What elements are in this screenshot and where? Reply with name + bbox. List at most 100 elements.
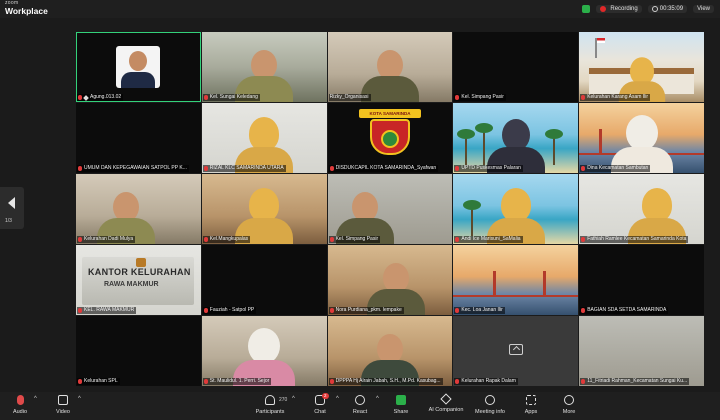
participant-tile[interactable]: Fathiah Ramlee Kecamatan Samarinda Kota bbox=[579, 174, 704, 244]
mic-muted-icon bbox=[581, 95, 586, 100]
participant-tile[interactable]: Agung.013.02 bbox=[76, 32, 201, 102]
participant-tile[interactable]: St. Maulidul. 1. Perri. Sejor bbox=[201, 316, 327, 386]
participant-tile[interactable]: Kelurahan Rapak Dalam bbox=[453, 316, 579, 386]
zoom-workplace-logo: zoom Workplace bbox=[5, 1, 48, 16]
palm-tree-decor bbox=[463, 200, 482, 236]
participants-options-chevron-icon[interactable]: ^ bbox=[292, 396, 295, 402]
video-button[interactable]: Video bbox=[43, 395, 83, 415]
more-label: More bbox=[562, 409, 576, 415]
participant-tile[interactable]: DPPPA Hj Alrain Jabah, S.H., M.Pd. Kasub… bbox=[327, 316, 453, 386]
recording-dot-icon bbox=[600, 6, 607, 12]
participant-name: DISDUKCAPIL KOTA SAMARINDA_Syafwan bbox=[335, 165, 437, 171]
page-indicator: 1/3 bbox=[5, 218, 12, 224]
participant-tile[interactable]: RIZAL KLC SAMARINDA UTARA bbox=[201, 103, 327, 173]
mic-muted-icon bbox=[455, 166, 460, 171]
participant-tile[interactable]: Andi Ice Marisuni_SaMalia bbox=[453, 174, 579, 244]
participant-tile[interactable]: KANTOR KELURAHAN RAWA MAKMUR KEL. RAWA M… bbox=[76, 245, 201, 315]
participant-avatar bbox=[116, 46, 161, 88]
participant-name: UMUM DAN KEPEGAWAIAN SATPOL PP K... bbox=[84, 165, 187, 171]
previous-page-button[interactable]: 1/3 bbox=[0, 187, 24, 229]
more-button[interactable]: More bbox=[549, 395, 589, 415]
top-bar: zoom Workplace Recording 00:35:09 View bbox=[0, 0, 720, 18]
palm-tree-decor bbox=[475, 123, 494, 165]
participant-tile[interactable]: UMUM DAN KEPEGAWAIAN SATPOL PP K... bbox=[76, 103, 201, 173]
react-button[interactable]: React bbox=[340, 395, 380, 415]
top-right-controls: Recording 00:35:09 View bbox=[582, 4, 714, 14]
participant-tile[interactable]: Kel. Simpang Pasir bbox=[453, 32, 579, 102]
office-sign-line1: KANTOR KELURAHAN bbox=[88, 267, 191, 277]
participant-tile[interactable]: Kelurahan Dadi Mulya bbox=[76, 174, 201, 244]
participant-tile[interactable]: Kel. Sungai Keledang bbox=[201, 32, 327, 102]
meeting-info-button[interactable]: Meeting info bbox=[470, 395, 510, 415]
meeting-toolbar: Audio ^ Video ^ Participants 270 ^ Chat … bbox=[0, 392, 720, 420]
participant-name: Kel. Sungai Keledang bbox=[209, 94, 258, 100]
city-emblem-logo: KOTA SAMARINDA bbox=[358, 109, 421, 155]
participant-name: BAGIAN SDA SETDA SAMARINDA bbox=[587, 307, 667, 313]
brand-workplace: Workplace bbox=[5, 6, 48, 16]
recording-indicator[interactable]: Recording bbox=[596, 5, 642, 13]
participant-tile[interactable]: 11_Fitriadi Rahman_Kecamatan Sungai Ku..… bbox=[579, 316, 704, 386]
mic-muted-icon bbox=[78, 95, 82, 100]
participant-tile[interactable]: Nora Purdiana_pkm. lempake bbox=[327, 245, 453, 315]
palm-tree-decor bbox=[457, 129, 476, 165]
participant-tile[interactable]: UPTD Puskesmas Palaran bbox=[453, 103, 579, 173]
chat-unread-badge: 2 bbox=[322, 393, 329, 399]
mic-muted-icon bbox=[455, 237, 460, 242]
participant-name: Fauziah - Satpol PP bbox=[209, 307, 255, 313]
bridge-background bbox=[453, 295, 579, 297]
participant-name: Agung.013.02 bbox=[90, 94, 122, 100]
view-button[interactable]: View bbox=[693, 5, 714, 13]
bridge-tower bbox=[543, 271, 547, 297]
apps-button[interactable]: Apps bbox=[511, 395, 551, 415]
participant-name: Kelurahan Karang Asam Ilir bbox=[587, 94, 649, 100]
ai-companion-label: AI Companion bbox=[428, 407, 464, 413]
participant-name: DPPPA Hj Alrain Jabah, S.H., M.Pd. Kasub… bbox=[335, 378, 441, 384]
participant-tile[interactable]: Kelurahan SPL bbox=[76, 316, 201, 386]
audio-options-chevron-icon[interactable]: ^ bbox=[34, 396, 37, 402]
info-icon bbox=[485, 395, 495, 405]
participant-name: Rizky_Organisasi bbox=[329, 94, 369, 100]
participant-tile[interactable]: Dina Kecamatan Sambutan bbox=[579, 103, 704, 173]
participant-name: Kel. Simpang Pasir bbox=[335, 236, 379, 242]
office-logo-icon bbox=[136, 258, 146, 267]
participant-name: Fathiah Ramlee Kecamatan Samarinda Kota bbox=[587, 236, 687, 242]
participant-name: UPTD Puskesmas Palaran bbox=[461, 165, 521, 171]
heart-react-icon bbox=[355, 395, 365, 405]
pin-icon bbox=[83, 94, 89, 101]
mic-muted-icon bbox=[455, 308, 460, 313]
video-options-chevron-icon[interactable]: ^ bbox=[78, 396, 81, 402]
chat-button[interactable]: Chat bbox=[300, 395, 340, 415]
sparkle-ai-icon bbox=[440, 393, 452, 405]
audio-label: Audio bbox=[12, 409, 28, 415]
participant-tile[interactable]: Kel.Mangkupalas bbox=[201, 174, 327, 244]
apps-label: Apps bbox=[524, 409, 538, 415]
react-options-chevron-icon[interactable]: ^ bbox=[376, 396, 379, 402]
participant-name: Nora Purdiana_pkm. lempake bbox=[335, 307, 402, 313]
mic-muted-icon bbox=[581, 237, 586, 242]
chevron-left-icon bbox=[8, 197, 15, 209]
mic-muted-icon bbox=[329, 237, 334, 242]
chat-options-chevron-icon[interactable]: ^ bbox=[336, 396, 339, 402]
participant-name: Kel.Mangkupalas bbox=[209, 236, 249, 242]
chat-label: Chat bbox=[314, 409, 326, 415]
participant-tile[interactable]: Rizky_Organisasi bbox=[327, 32, 453, 102]
recording-label: Recording bbox=[610, 6, 638, 12]
participant-name: Kelurahan SPL bbox=[84, 378, 118, 384]
participant-tile[interactable]: Kel. Simpang Pasir bbox=[327, 174, 453, 244]
mic-muted-icon bbox=[78, 379, 82, 384]
participant-name: KEL. RAWA MAKMUR bbox=[84, 307, 135, 313]
mic-muted-icon bbox=[455, 379, 460, 384]
share-button[interactable]: Share bbox=[381, 395, 421, 415]
participant-tile[interactable]: KOTA SAMARINDA DISDUKCAPIL KOTA SAMARIND… bbox=[327, 103, 453, 173]
participant-tile[interactable]: BAGIAN SDA SETDA SAMARINDA bbox=[579, 245, 704, 315]
react-label: React bbox=[352, 409, 368, 415]
office-sign-background: KANTOR KELURAHAN RAWA MAKMUR bbox=[82, 257, 194, 305]
encryption-shield-icon[interactable] bbox=[582, 5, 591, 13]
palm-tree-decor bbox=[545, 129, 564, 165]
participant-tile[interactable]: Kec. Loa Janan Ilir bbox=[453, 245, 579, 315]
mic-muted-icon bbox=[329, 166, 334, 171]
ai-companion-button[interactable]: AI Companion bbox=[426, 393, 466, 413]
participant-tile[interactable]: Fauziah - Satpol PP bbox=[201, 245, 327, 315]
participant-gallery: Agung.013.02 Kel. Sungai Keledang Rizky_… bbox=[76, 32, 704, 386]
participant-tile[interactable]: Kelurahan Karang Asam Ilir bbox=[579, 32, 704, 102]
